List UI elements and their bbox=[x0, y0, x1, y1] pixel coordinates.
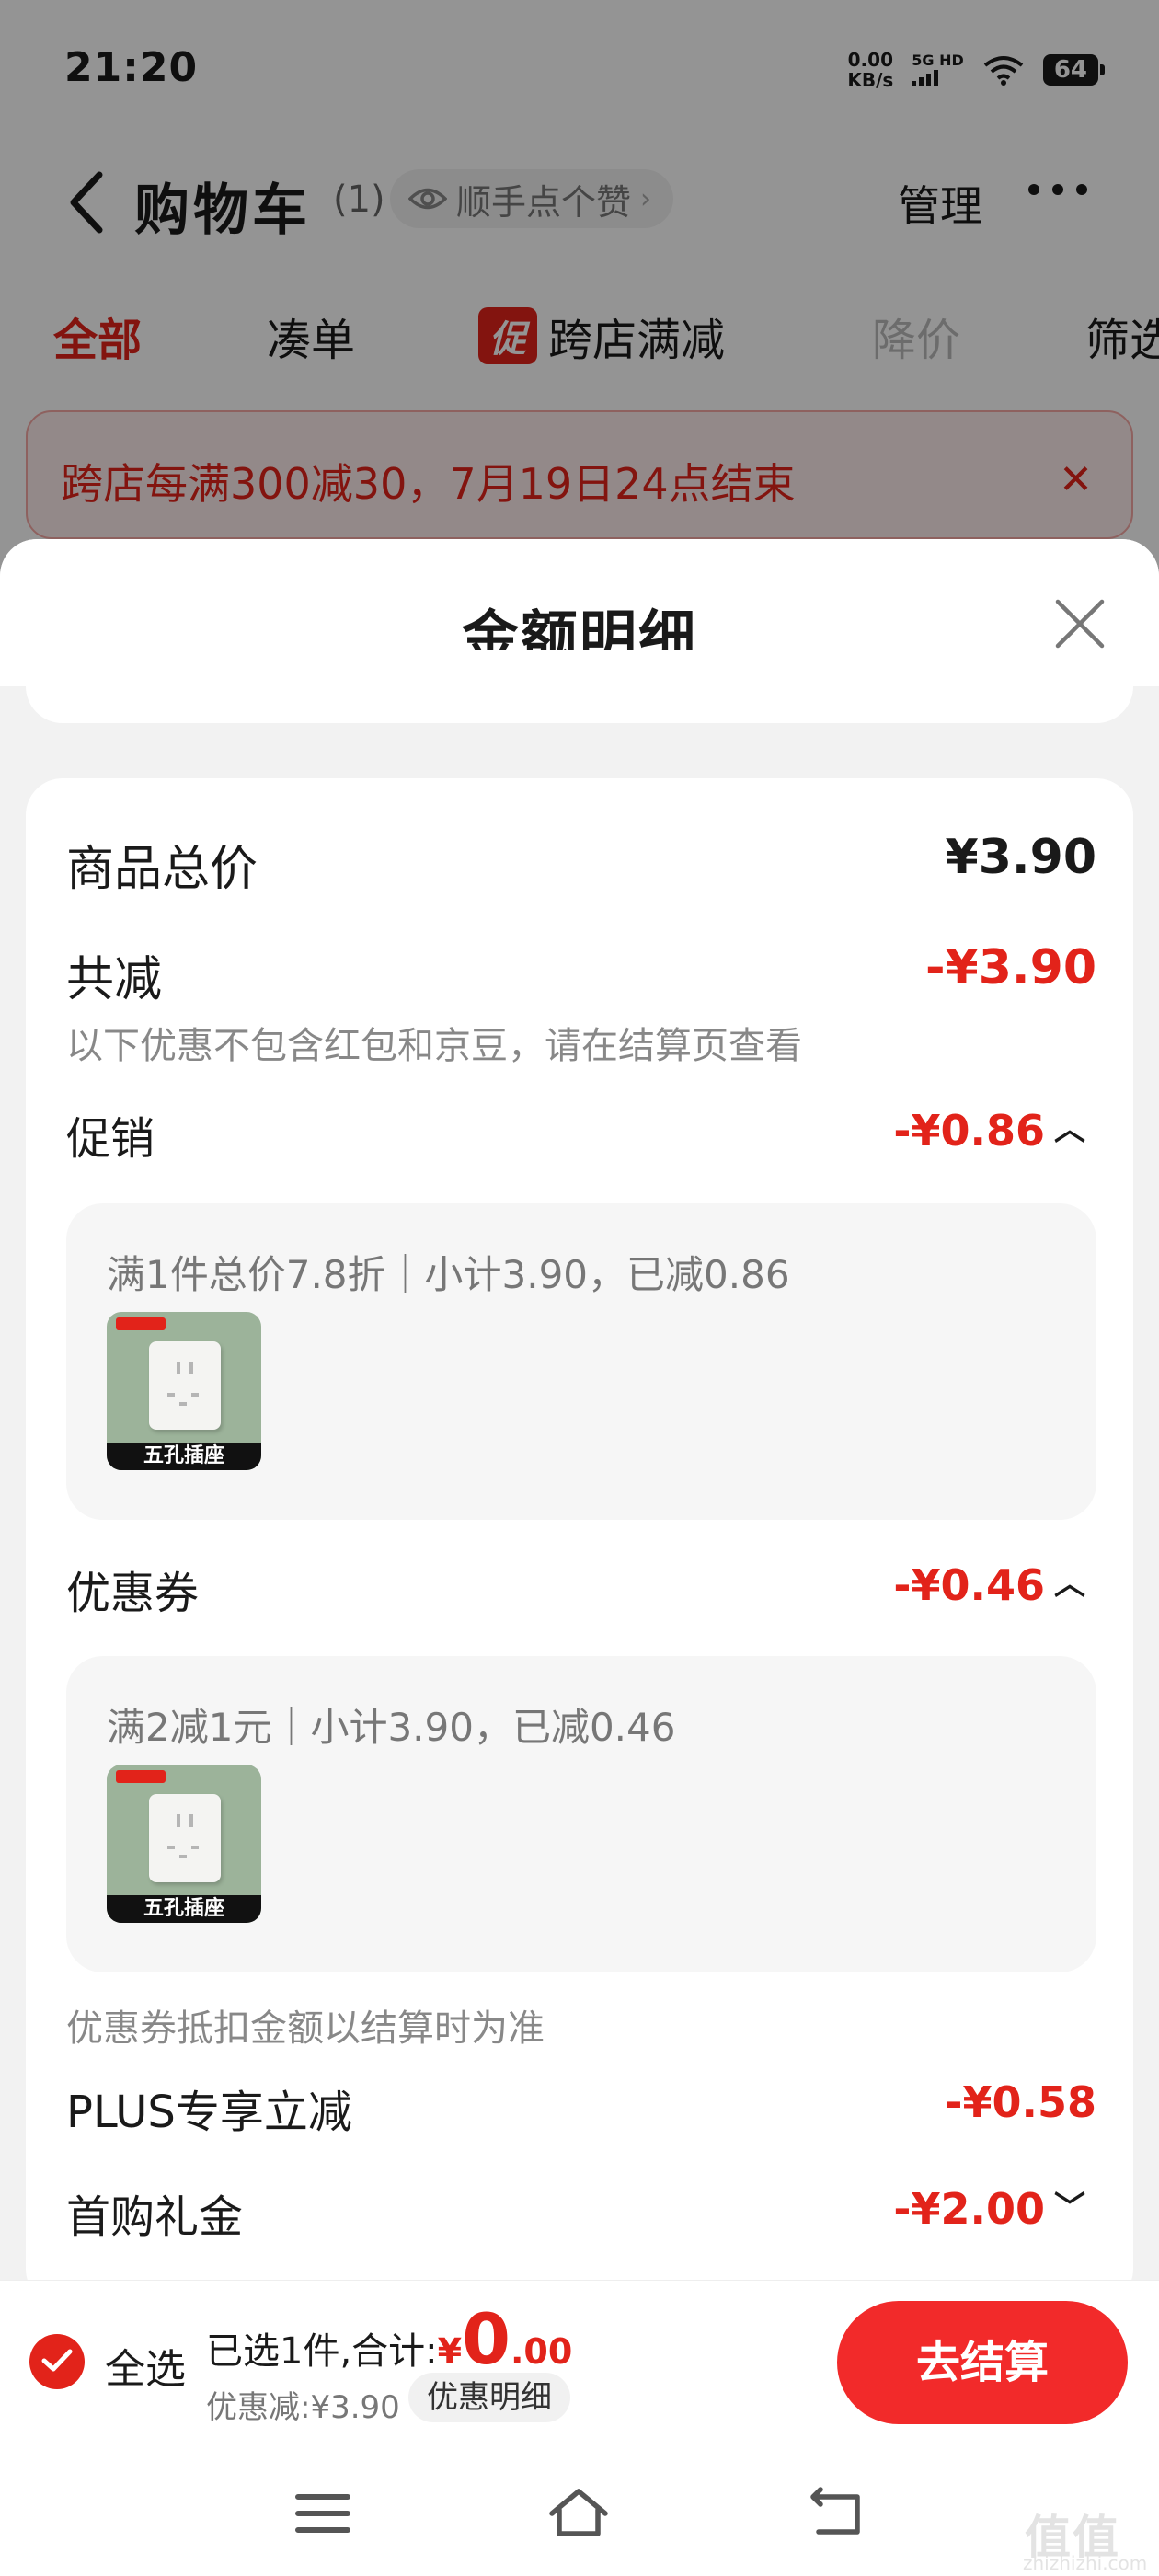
promo-label: 促销 bbox=[66, 1113, 155, 1165]
checkmark-icon bbox=[41, 2349, 73, 2372]
chevron-down-icon: ﹀ bbox=[1054, 2190, 1085, 2226]
goods-total-value: ¥3.90 bbox=[945, 830, 1096, 885]
coupon-note: 优惠券抵扣金额以结算时为准 bbox=[66, 2007, 545, 2050]
total-discount-value: -¥3.90 bbox=[924, 940, 1096, 995]
chevron-up-icon: ︿ bbox=[1054, 1566, 1085, 1603]
chevron-up-icon: ︿ bbox=[1054, 1111, 1085, 1148]
coupon-detail-box: 满2减1元｜小计3.90，已减0.46 五孔插座 bbox=[66, 1656, 1096, 1972]
select-all-label[interactable]: 全选 bbox=[105, 2336, 186, 2395]
selected-count-text: 已选1件,合计: bbox=[206, 2330, 438, 2373]
select-all-checkbox[interactable] bbox=[29, 2334, 85, 2389]
first-gift-value: -¥2.00 bbox=[893, 2184, 1045, 2234]
checkout-bar: 全选 已选1件,合计: ¥ 0 .00 优惠减:¥3.90 优惠明细 去结算 bbox=[0, 2280, 1159, 2444]
watermark-url: zhizhizhi.com bbox=[1023, 2552, 1148, 2574]
total-discount-label: 共减 bbox=[66, 952, 163, 1007]
price-detail-card: 商品总价 ¥3.90 共减 -¥3.90 以下优惠不包含红包和京豆，请在结算页查… bbox=[26, 778, 1133, 2280]
menu-icon[interactable] bbox=[291, 2486, 355, 2541]
promo-detail-box: 满1件总价7.8折｜小计3.90，已减0.86 五孔插座 bbox=[66, 1203, 1096, 1520]
plus-discount-label: PLUS专享立减 bbox=[66, 2087, 352, 2138]
product-thumbnail-caption: 五孔插座 bbox=[107, 1443, 261, 1470]
total-summary: 已选1件,合计: ¥ 0 .00 bbox=[206, 2305, 572, 2375]
promo-detail-text: 满1件总价7.8折｜小计3.90，已减0.86 bbox=[107, 1252, 790, 1297]
total-amount-decimal: .00 bbox=[510, 2331, 573, 2372]
promo-value: -¥0.86 bbox=[893, 1106, 1045, 1156]
product-thumbnail[interactable]: 五孔插座 bbox=[107, 1765, 261, 1923]
plus-discount-value: -¥0.58 bbox=[945, 2077, 1096, 2127]
coupon-label: 优惠券 bbox=[66, 1568, 200, 1619]
coupon-value: -¥0.46 bbox=[893, 1560, 1045, 1610]
collapsed-card bbox=[26, 650, 1133, 723]
product-thumbnail[interactable]: 五孔插座 bbox=[107, 1312, 261, 1470]
total-amount-integer: 0 bbox=[462, 2298, 511, 2380]
back-icon[interactable] bbox=[806, 2486, 870, 2541]
close-icon[interactable] bbox=[1052, 596, 1107, 651]
home-icon[interactable] bbox=[546, 2486, 611, 2541]
total-currency: ¥ bbox=[437, 2331, 463, 2372]
discount-detail-button[interactable]: 优惠明细 bbox=[408, 2373, 570, 2422]
first-gift-label: 首购礼金 bbox=[66, 2191, 244, 2243]
amount-detail-sheet: 金额明细 商品总价 ¥3.90 共减 -¥3.90 以下优惠不包含红包和京豆，请… bbox=[0, 539, 1159, 2280]
checkout-button[interactable]: 去结算 bbox=[837, 2301, 1128, 2424]
promo-toggle[interactable]: -¥0.86 ︿ bbox=[893, 1104, 1085, 1156]
product-thumbnail-caption: 五孔插座 bbox=[107, 1895, 261, 1923]
discount-amount: 优惠减:¥3.90 bbox=[206, 2389, 400, 2426]
total-discount-note: 以下优惠不包含红包和京豆，请在结算页查看 bbox=[66, 1025, 802, 1067]
coupon-toggle[interactable]: -¥0.46 ︿ bbox=[893, 1558, 1085, 1610]
system-navigation-bar: 值值值 zhizhizhi.com bbox=[0, 2444, 1159, 2576]
first-gift-toggle[interactable]: -¥2.00 ﹀ bbox=[893, 2182, 1085, 2234]
goods-total-label: 商品总价 bbox=[66, 842, 258, 897]
coupon-detail-text: 满2减1元｜小计3.90，已减0.46 bbox=[107, 1705, 676, 1750]
